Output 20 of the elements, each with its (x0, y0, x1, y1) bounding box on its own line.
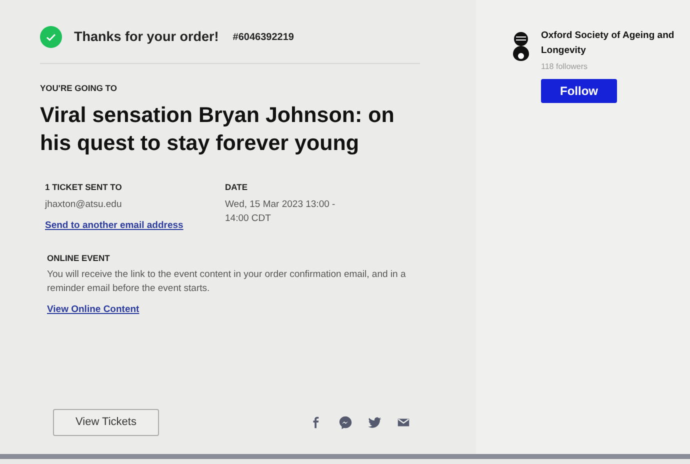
follow-button[interactable]: Follow (541, 79, 617, 103)
follower-count: 118 followers (541, 61, 589, 73)
organizer-name: Oxford Society of Ageing and Longevity (541, 29, 676, 58)
detail-value: 14:00 CDT (225, 212, 272, 226)
section-label: YOU'RE GOING TO (40, 82, 118, 95)
send-email-link[interactable]: Send to another email address (45, 218, 184, 233)
order-number: #6046392219 (232, 30, 294, 44)
twitter-icon[interactable] (367, 415, 382, 430)
detail-label: 1 TICKET SENT TO (45, 180, 123, 194)
view-content-link[interactable]: View Online Content (47, 303, 140, 318)
online-event-text: You will receive the link to the event content in your order confirmation email, and in a reminder email before the event starts. (47, 268, 407, 296)
view-tickets-button[interactable]: View Tickets (53, 409, 159, 436)
detail-label: DATE (225, 180, 249, 194)
event-title: Viral sensation Bryan Johnson: on his quest to stay forever young (40, 102, 396, 157)
check-circle-icon (40, 26, 62, 48)
confirmation-title: Thanks for your order! (74, 28, 219, 46)
detail-value: Wed, 15 Mar 2023 13:00 - (225, 198, 336, 212)
detail-value: jhaxton@atsu.edu (45, 198, 123, 212)
section-label: ONLINE EVENT (47, 252, 111, 264)
messenger-icon[interactable] (338, 415, 353, 430)
